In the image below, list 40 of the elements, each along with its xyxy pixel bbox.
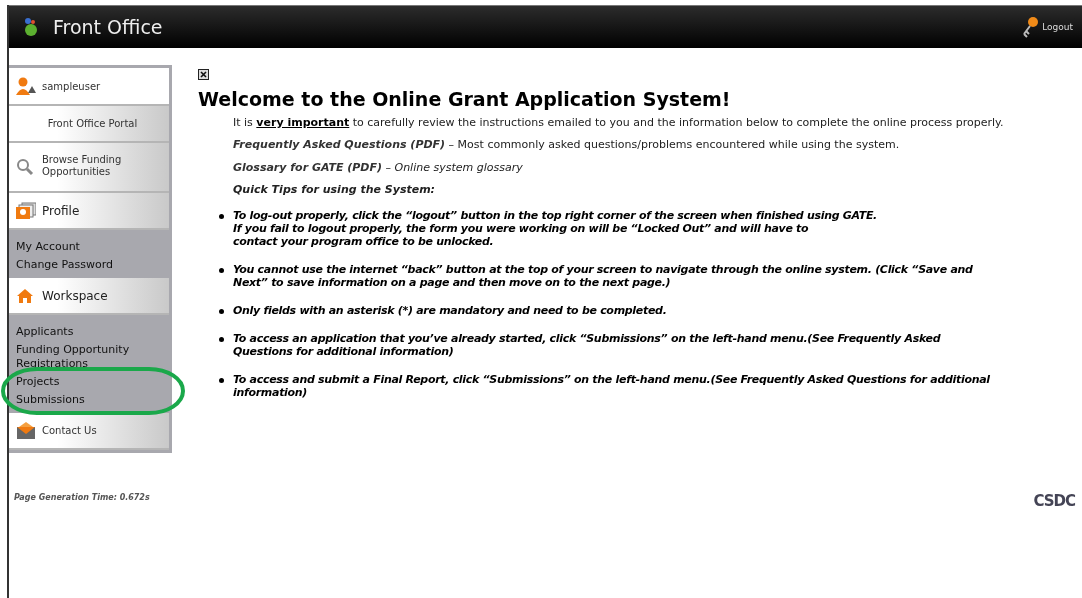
close-icon bbox=[198, 69, 209, 80]
tip-text: To log-out properly, click the “logout” button in the top right corner of the screen when finished using GATE. If you fail to logout properly, the form you were working on will be “Locked Out” and will have to contact your program office to be unlocked. bbox=[233, 209, 877, 248]
sidebar-button[interactable]: Contact Us bbox=[9, 413, 169, 450]
sidebar-button[interactable]: Workspace bbox=[9, 278, 169, 315]
page-heading: Welcome to the Online Grant Application System! bbox=[198, 88, 732, 110]
app-title: Front Office bbox=[53, 16, 163, 38]
document-link[interactable]: Glossary for GATE (PDF) bbox=[233, 161, 382, 174]
sidebar-link[interactable]: My Account bbox=[16, 240, 169, 254]
user-item: sampleuser bbox=[9, 68, 169, 106]
logout-button[interactable]: Logout bbox=[1020, 15, 1079, 39]
sidebar-link[interactable]: Applicants bbox=[16, 325, 169, 339]
link-description: – Online system glossary bbox=[384, 161, 523, 174]
document-link[interactable]: Frequently Asked Questions (PDF) bbox=[233, 138, 446, 151]
app-logo-icon bbox=[23, 17, 39, 37]
key-icon bbox=[1020, 15, 1041, 39]
sidebar-link[interactable]: Projects bbox=[16, 375, 169, 389]
tip-text: To access an application that you’ve already started, click “Submissions” on the left-hand menu.(See Frequently Asked Questions for additional information) bbox=[233, 332, 941, 358]
link-description: – Most commonly asked questions/problems encountered while using the system. bbox=[447, 138, 900, 151]
sidebar-button[interactable]: Front Office Portal bbox=[9, 106, 169, 143]
bullet-icon bbox=[219, 337, 224, 342]
intro-text: It is very important to carefully review the instructions emailed to you and the information below to complete the online process properly. bbox=[233, 116, 1005, 129]
search-icon bbox=[16, 158, 36, 176]
tip-text: To access and submit a Final Report, click “Submissions” on the left-hand menu.(See Frequently Asked Questions for additional information) bbox=[233, 373, 990, 399]
envelope-icon bbox=[16, 421, 36, 440]
tips-heading: Quick Tips for using the System: bbox=[233, 183, 437, 196]
sidebar-link[interactable]: Change Password bbox=[16, 258, 169, 272]
bullet-icon bbox=[219, 309, 224, 314]
user-icon bbox=[16, 77, 36, 95]
bullet-icon bbox=[219, 214, 224, 219]
bullet-icon bbox=[219, 268, 224, 273]
cards-icon bbox=[16, 201, 36, 220]
sidebar-button[interactable]: Profile bbox=[9, 193, 169, 230]
generation-time: Page Generation Time: 0.672s bbox=[14, 493, 151, 502]
sidebar-button[interactable]: Browse Funding Opportunities bbox=[9, 143, 169, 193]
sidebar-link[interactable]: Funding Opportunity Registrations bbox=[16, 343, 169, 371]
tip-text: You cannot use the internet “back” button at the top of your screen to navigate through the online system. (Click “Save and Next” to save information on a page and then move on to the next page.) bbox=[233, 263, 973, 289]
tip-text: Only fields with an asterisk (*) are mandatory and need to be completed. bbox=[233, 304, 667, 317]
company-logo: CSDC bbox=[1033, 492, 1075, 510]
sidebar-link[interactable]: Submissions bbox=[16, 393, 169, 407]
bullet-icon bbox=[219, 378, 224, 383]
